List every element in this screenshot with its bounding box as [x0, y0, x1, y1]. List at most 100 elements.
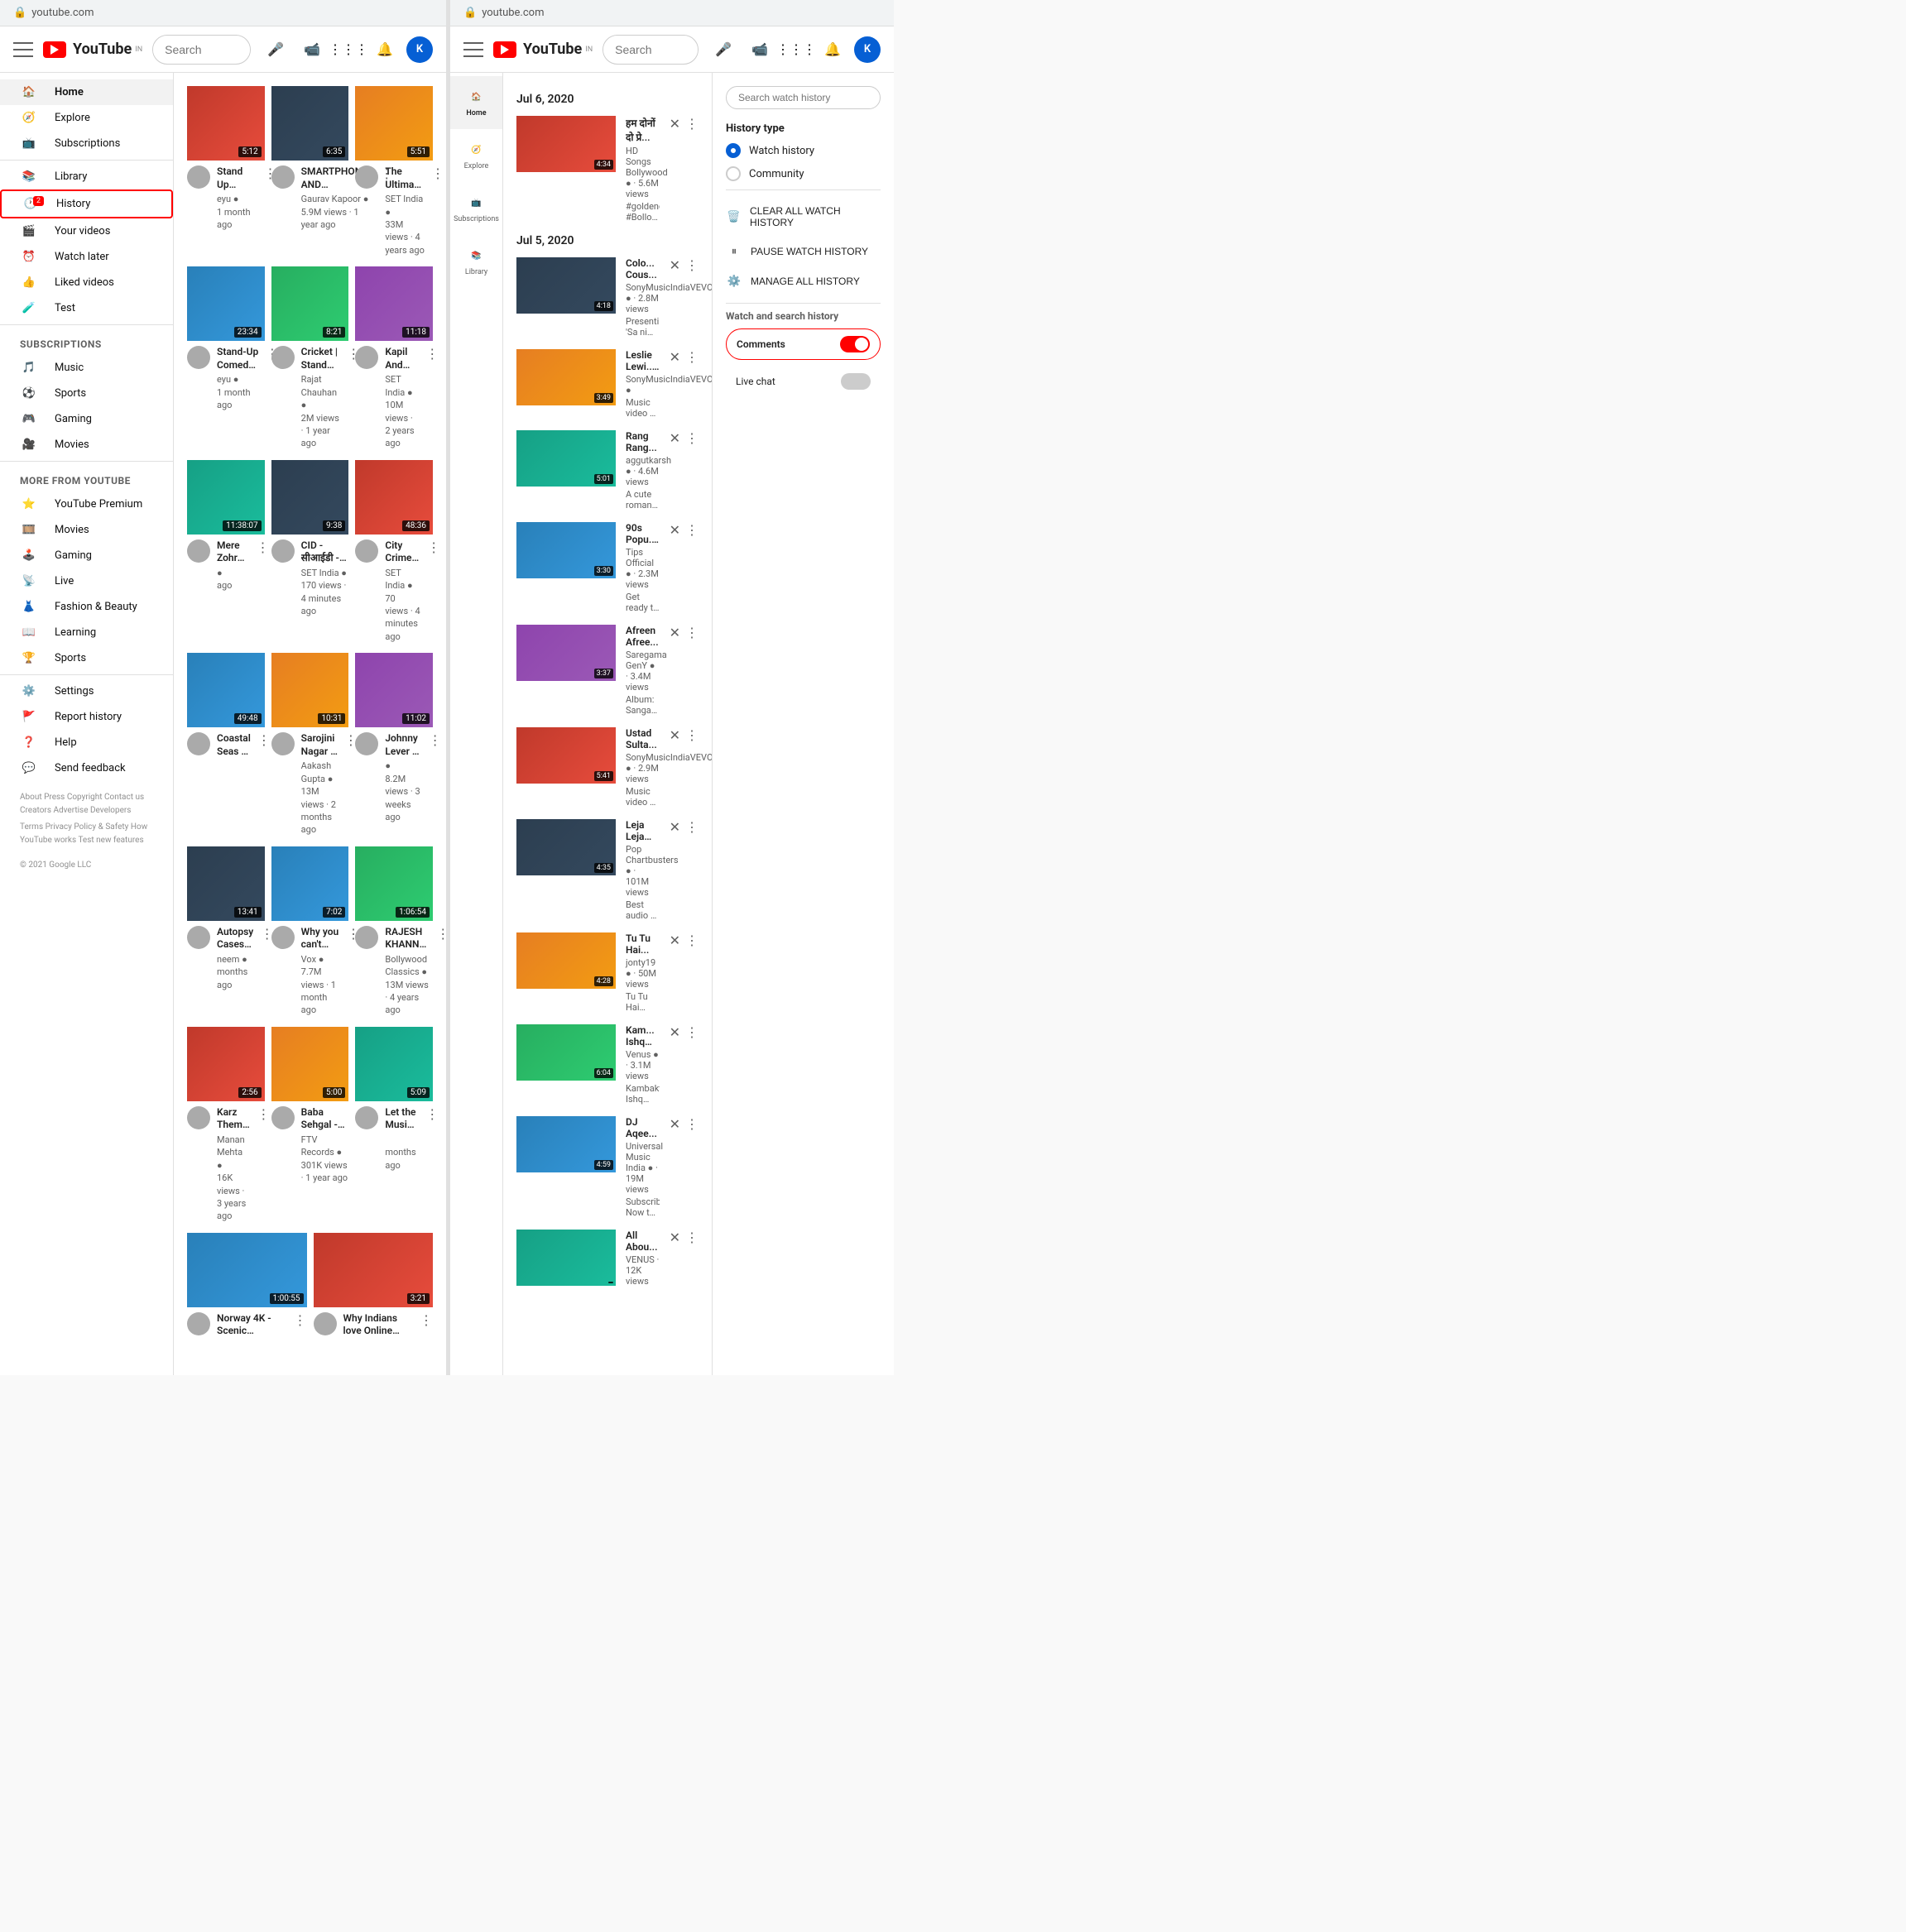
comments-toggle-switch[interactable] — [840, 336, 870, 352]
video-card[interactable]: 5:00 Baba Sehgal - Thanda Thanda Pani(19… — [271, 1027, 349, 1223]
yt-logo-right[interactable]: YouTubeIN — [493, 41, 593, 58]
hist-more-btn[interactable]: ⋮ — [685, 116, 699, 132]
sidebar-item-library[interactable]: 📚 Library — [0, 164, 173, 189]
video-card[interactable]: 1:06:54 RAJESH KHANNA Hit Songs | Evergr… — [355, 846, 433, 1017]
more-options-btn[interactable]: ⋮ — [294, 1312, 307, 1353]
mini-sidebar-home[interactable]: 🏠 Home — [450, 76, 502, 129]
manage-btn[interactable]: ⚙️ MANAGE ALL HISTORY — [726, 266, 881, 296]
hist-close-btn[interactable]: ✕ — [670, 1116, 680, 1132]
video-card[interactable]: 11:38:07 Mere Zohra Jabeen Wade Pyar... … — [187, 460, 265, 644]
video-card[interactable]: 7:02 Why you can't compare Covid-19 vacc… — [271, 846, 349, 1017]
video-card[interactable]: 5:12 Stand Up Comedy by Ashish Vidyarthi… — [187, 86, 265, 256]
sidebar-item-home[interactable]: 🏠 Home — [0, 79, 173, 105]
video-card[interactable]: 13:41 Autopsy Cases | How COVID... neem … — [187, 846, 265, 1017]
hist-thumb[interactable]: 6:04 — [516, 1024, 616, 1081]
hist-thumb[interactable]: 4:35 — [516, 819, 616, 875]
hist-more-btn[interactable]: ⋮ — [685, 349, 699, 365]
more-options-btn[interactable]: ⋮ — [257, 1106, 270, 1223]
nav-fashion[interactable]: 👗 Fashion & Beauty — [0, 594, 173, 620]
search-watch-history-input[interactable] — [726, 86, 881, 109]
hist-thumb[interactable]: 4:34 — [516, 116, 616, 172]
sidebar-item-history[interactable]: 🕐 History 2 — [0, 189, 173, 218]
nav-report[interactable]: 🚩 Report history — [0, 704, 173, 730]
mini-sidebar-library[interactable]: 📚 Library — [450, 235, 502, 288]
apps-icon-right[interactable]: ⋮⋮⋮ — [781, 35, 811, 65]
avatar-left[interactable]: K — [406, 36, 433, 63]
sub-sports[interactable]: ⚽ Sports — [0, 381, 173, 406]
hist-more-btn[interactable]: ⋮ — [685, 430, 699, 446]
avatar-right[interactable]: K — [854, 36, 881, 63]
comments-toggle[interactable]: Comments — [726, 328, 881, 360]
video-card[interactable]: 48:36 City Crime | Crime Patrol | शहरी |… — [355, 460, 433, 644]
more-options-btn[interactable]: ⋮ — [425, 346, 439, 450]
hist-more-btn[interactable]: ⋮ — [685, 257, 699, 273]
sub-movies[interactable]: 🎥 Movies — [0, 432, 173, 458]
hist-close-btn[interactable]: ✕ — [670, 349, 680, 365]
hamburger-menu[interactable] — [13, 42, 33, 57]
apps-icon[interactable]: ⋮⋮⋮ — [334, 35, 363, 65]
more-options-btn[interactable]: ⋮ — [431, 165, 444, 256]
hist-close-btn[interactable]: ✕ — [670, 932, 680, 948]
hist-more-btn[interactable]: ⋮ — [685, 1024, 699, 1040]
nav-learning[interactable]: 📖 Learning — [0, 620, 173, 645]
hist-thumb[interactable]: 4:28 — [516, 932, 616, 989]
hist-thumb[interactable]: 5:41 — [516, 727, 616, 784]
hist-more-btn[interactable]: ⋮ — [685, 625, 699, 640]
hist-close-btn[interactable]: ✕ — [670, 727, 680, 743]
video-card[interactable]: 2:56 Karz Theme Music - A humble tribute… — [187, 1027, 265, 1223]
hist-close-btn[interactable]: ✕ — [670, 257, 680, 273]
hist-thumb[interactable]: 3:49 — [516, 349, 616, 405]
nav-live[interactable]: 📡 Live — [0, 568, 173, 594]
video-card[interactable]: 11:18 Kapil And Sudesh As Best Jodi Sing… — [355, 266, 433, 450]
hist-more-btn[interactable]: ⋮ — [685, 1116, 699, 1132]
mini-sidebar-explore[interactable]: 🧭 Explore — [450, 129, 502, 182]
notifications-icon[interactable]: 🔔 — [370, 35, 400, 65]
hist-close-btn[interactable]: ✕ — [670, 819, 680, 835]
more-options-btn[interactable]: ⋮ — [429, 732, 442, 823]
hist-close-btn[interactable]: ✕ — [670, 522, 680, 538]
search-bar-left[interactable] — [152, 35, 251, 65]
more-options-btn[interactable]: ⋮ — [425, 1106, 439, 1172]
sidebar-item-liked[interactable]: 👍 Liked videos — [0, 270, 173, 295]
sub-music[interactable]: 🎵 Music — [0, 355, 173, 381]
more-options-btn[interactable]: ⋮ — [257, 732, 271, 773]
mini-sidebar-subscriptions[interactable]: 📺 Subscriptions — [450, 182, 502, 235]
hist-more-btn[interactable]: ⋮ — [685, 819, 699, 835]
search-input-right[interactable] — [603, 43, 699, 56]
sidebar-item-your-videos[interactable]: 🎬 Your videos — [0, 218, 173, 244]
hist-thumb[interactable]: 3:37 — [516, 625, 616, 681]
nav-settings[interactable]: ⚙️ Settings — [0, 678, 173, 704]
search-input-left[interactable] — [153, 43, 251, 56]
hist-thumb[interactable]: 4:59 — [516, 1116, 616, 1172]
sidebar-item-subscriptions[interactable]: 📺 Subscriptions — [0, 131, 173, 156]
more-options-btn[interactable]: ⋮ — [420, 1312, 433, 1353]
hist-close-btn[interactable]: ✕ — [670, 430, 680, 446]
watch-history-radio[interactable]: Watch history — [726, 143, 881, 158]
hist-more-btn[interactable]: ⋮ — [685, 522, 699, 538]
video-card[interactable]: 23:34 Stand-Up Comedy by Abhishek Upmany… — [187, 266, 265, 450]
video-card[interactable]: 9:38 CID - सीआईडी - Ep 938 - CID-Command… — [271, 460, 349, 644]
video-create-icon-right[interactable]: 📹 — [745, 35, 775, 65]
video-create-icon[interactable]: 📹 — [297, 35, 327, 65]
hist-thumb[interactable]: 4:18 — [516, 257, 616, 314]
video-card[interactable]: 11:02 Johnny Lever से हास हो रही है Sapn… — [355, 653, 433, 837]
nav-sports[interactable]: 🏆 Sports — [0, 645, 173, 671]
video-card[interactable]: 5:09 Let the Music Flow | Sachin-Janhvi … — [355, 1027, 433, 1223]
video-card[interactable]: 49:48 Coastal Seas | FULL …x ⋮ — [187, 653, 265, 837]
sub-gaming[interactable]: 🎮 Gaming — [0, 406, 173, 432]
mic-icon[interactable]: 🎤 — [261, 35, 290, 65]
mic-icon-right[interactable]: 🎤 — [708, 35, 738, 65]
search-bar-right[interactable] — [603, 35, 699, 65]
nav-yt-premium[interactable]: ⭐ YouTube Premium — [0, 491, 173, 517]
hist-more-btn[interactable]: ⋮ — [685, 727, 699, 743]
more-options-btn[interactable]: ⋮ — [427, 539, 440, 644]
sidebar-item-explore[interactable]: 🧭 Explore — [0, 105, 173, 131]
nav-movies[interactable]: 🎞️ Movies — [0, 517, 173, 543]
nav-feedback[interactable]: 💬 Send feedback — [0, 755, 173, 781]
sidebar-item-watch-later[interactable]: ⏰ Watch later — [0, 244, 173, 270]
video-card[interactable]: 6:35 SMARTPHONES AND PASSWORDS | Stand U… — [271, 86, 349, 256]
community-radio[interactable]: Community — [726, 166, 881, 181]
notifications-icon-right[interactable]: 🔔 — [818, 35, 847, 65]
live-chat-toggle[interactable] — [841, 373, 871, 390]
hist-thumb[interactable] — [516, 1230, 616, 1286]
